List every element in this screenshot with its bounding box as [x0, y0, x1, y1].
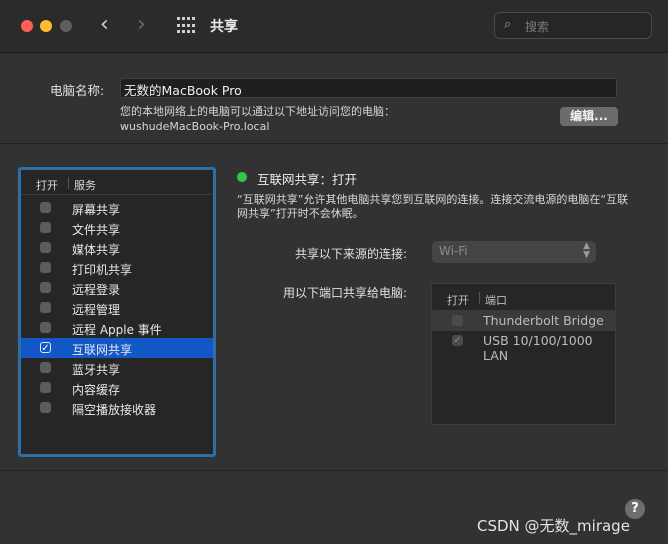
service-row[interactable]: 远程登录 — [21, 278, 213, 298]
computer-address-description: 您的本地网络上的电脑可以通过以下地址访问您的电脑： wushudeMacBook… — [120, 104, 395, 134]
port-row[interactable]: Thunderbolt Bridge — [432, 311, 615, 331]
service-label: 蓝牙共享 — [72, 363, 121, 377]
sharing-description: “互联网共享”允许其他电脑共享您到互联网的连接。连接交流电源的电脑在“互联 网共… — [237, 193, 647, 221]
divider — [0, 470, 668, 471]
updown-chevron-icon: ▲ ▼ — [583, 241, 590, 260]
local-hostname: wushudeMacBook-Pro.local — [120, 120, 270, 133]
port-checkbox[interactable] — [452, 315, 463, 326]
chevron-right-icon[interactable]: › — [137, 13, 146, 37]
share-to-label: 用以下端口共享给电脑: — [283, 286, 408, 300]
watermark: CSDN @无数_mirage — [477, 517, 630, 535]
service-checkbox[interactable] — [40, 302, 51, 313]
service-checkbox[interactable] — [40, 402, 51, 413]
service-label: 媒体共享 — [72, 243, 121, 257]
window-title: 共享 — [210, 19, 238, 35]
status-text: 互联网共享：打开 — [257, 172, 358, 187]
service-checkbox[interactable] — [40, 322, 51, 333]
share-from-label: 共享以下来源的连接: — [295, 247, 408, 261]
status-indicator — [237, 172, 247, 182]
port-checkbox[interactable]: ✓ — [452, 335, 463, 346]
column-header-service: 服务 — [74, 179, 96, 192]
service-checkbox[interactable]: ✓ — [40, 342, 51, 354]
service-checkbox[interactable] — [40, 282, 51, 293]
service-list[interactable]: 打开 服务 屏幕共享文件共享媒体共享打印机共享远程登录远程管理远程 Apple … — [18, 167, 216, 457]
minimize-window-button[interactable] — [40, 20, 52, 32]
computer-name-label: 电脑名称: — [50, 83, 105, 98]
share-from-select[interactable]: Wi-Fi ▲ ▼ — [432, 241, 596, 263]
divider — [0, 143, 668, 144]
computer-name-field[interactable]: 无数的MacBook Pro — [120, 78, 617, 98]
column-header-on: 打开 — [447, 294, 469, 307]
service-row[interactable]: 内容缓存 — [21, 378, 213, 398]
column-header-on: 打开 — [36, 179, 58, 192]
column-header-port: 端口 — [485, 294, 507, 307]
chevron-left-icon[interactable]: ‹ — [100, 13, 109, 37]
description-line: 网共享”打开时不会休眠。 — [237, 207, 364, 220]
service-row[interactable]: 远程管理 — [21, 298, 213, 318]
service-checkbox[interactable] — [40, 262, 51, 273]
edit-button[interactable]: 编辑... — [560, 107, 618, 126]
zoom-window-button[interactable] — [60, 20, 72, 32]
address-desc-line: 您的本地网络上的电脑可以通过以下地址访问您的电脑： — [120, 105, 395, 118]
service-row[interactable]: 打印机共享 — [21, 258, 213, 278]
port-label: USB 10/100/1000 LAN — [483, 333, 593, 363]
service-row[interactable]: 蓝牙共享 — [21, 358, 213, 378]
description-line: “互联网共享”允许其他电脑共享您到互联网的连接。连接交流电源的电脑在“互联 — [237, 193, 629, 206]
port-list-header: 打开 端口 — [432, 284, 615, 311]
service-label: 隔空播放接收器 — [72, 403, 157, 417]
service-label: 打印机共享 — [72, 263, 133, 277]
grid-icon[interactable] — [177, 17, 195, 35]
share-from-value: Wi-Fi — [439, 244, 468, 258]
service-checkbox[interactable] — [40, 382, 51, 393]
service-checkbox[interactable] — [40, 202, 51, 213]
service-label: 远程 Apple 事件 — [72, 323, 162, 337]
service-checkbox[interactable] — [40, 242, 51, 253]
service-label: 文件共享 — [72, 223, 121, 237]
service-label: 远程登录 — [72, 283, 121, 297]
service-checkbox[interactable] — [40, 222, 51, 233]
service-row[interactable]: 屏幕共享 — [21, 198, 213, 218]
port-row[interactable]: ✓ USB 10/100/1000 LAN — [432, 331, 615, 363]
service-row[interactable]: 文件共享 — [21, 218, 213, 238]
service-checkbox[interactable] — [40, 362, 51, 373]
service-row[interactable]: 隔空播放接收器 — [21, 398, 213, 418]
search-icon: ⌕ — [504, 17, 512, 32]
port-label: Thunderbolt Bridge — [483, 313, 604, 328]
search-input[interactable] — [523, 16, 647, 37]
service-label: 远程管理 — [72, 303, 121, 317]
close-window-button[interactable] — [21, 20, 33, 32]
port-list[interactable]: 打开 端口 Thunderbolt Bridge ✓ USB 10/100/1000… — [431, 283, 616, 425]
service-label: 屏幕共享 — [72, 203, 121, 217]
service-label: 内容缓存 — [72, 383, 121, 397]
title-bar: ‹ › 共享 ⌕ — [0, 0, 668, 53]
service-list-header: 打开 服务 — [21, 170, 213, 195]
service-label: 互联网共享 — [72, 343, 133, 357]
service-row[interactable]: 远程 Apple 事件 — [21, 318, 213, 338]
search-field[interactable]: ⌕ — [494, 12, 652, 39]
service-row[interactable]: ✓ 互联网共享 — [21, 338, 213, 358]
service-row[interactable]: 媒体共享 — [21, 238, 213, 258]
